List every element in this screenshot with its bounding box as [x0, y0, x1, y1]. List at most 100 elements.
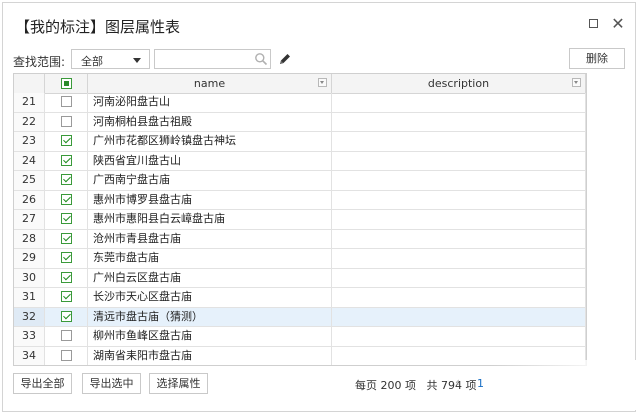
page-number[interactable]: 1 — [477, 377, 484, 390]
maximize-icon — [589, 19, 598, 28]
row-description-cell[interactable] — [332, 93, 586, 112]
chevron-left-icon[interactable]: ‹ — [455, 375, 460, 389]
row-checkbox-cell — [45, 229, 88, 248]
row-number: 34 — [14, 346, 45, 365]
pencil-icon[interactable] — [278, 52, 292, 66]
table-row[interactable]: 27 惠州市惠阳县白云嶂盘古庙 — [14, 210, 586, 230]
row-checkbox[interactable] — [61, 193, 72, 205]
row-checkbox[interactable] — [61, 291, 72, 302]
scope-select-value: 全部 — [81, 55, 103, 68]
maximize-button[interactable] — [585, 15, 603, 33]
title-bar: 【我的标注】图层属性表 ✕ — [3, 3, 635, 43]
row-number: 30 — [14, 268, 45, 287]
row-name-cell[interactable]: 河南桐柏县盘古祖殿 — [88, 112, 332, 131]
row-number: 29 — [14, 249, 45, 268]
row-description-cell[interactable] — [332, 132, 586, 151]
header-name[interactable]: name — [88, 74, 332, 93]
row-name-cell[interactable]: 广州市花都区狮岭镇盘古神坛 — [88, 132, 332, 151]
close-button[interactable]: ✕ — [609, 15, 627, 33]
table-row[interactable]: 24 陕西省宜川盘古山 — [14, 151, 586, 171]
row-checkbox[interactable] — [61, 135, 72, 146]
per-page-text: 每页 200 项 — [355, 379, 416, 392]
row-description-cell[interactable] — [332, 346, 586, 365]
scope-select[interactable]: 全部 — [71, 49, 150, 69]
row-checkbox-cell — [45, 171, 88, 190]
row-name-cell[interactable]: 陕西省宜川盘古山 — [88, 151, 332, 170]
row-name-cell[interactable]: 惠州市博罗县盘古庙 — [88, 190, 332, 209]
row-name-cell[interactable]: 长沙市天心区盘古庙 — [88, 288, 332, 307]
table-row[interactable]: 32 清远市盘古庙（猜测） — [14, 307, 586, 327]
column-menu-icon[interactable] — [572, 78, 581, 87]
row-checkbox-cell — [45, 249, 88, 268]
row-description-cell[interactable] — [332, 112, 586, 131]
choose-attributes-button[interactable]: 选择属性 — [149, 373, 208, 394]
row-description-cell[interactable] — [332, 190, 586, 209]
row-description-cell[interactable] — [332, 307, 586, 326]
attribute-table: name description 21 河南泌阳盘古山 22 河南桐柏县盘古祖殿 23 广… — [13, 73, 587, 366]
table-row[interactable]: 29 东莞市盘古庙 — [14, 249, 586, 269]
search-icon[interactable] — [254, 52, 268, 66]
select-all-checkbox[interactable] — [61, 78, 72, 89]
table-row[interactable]: 21 河南泌阳盘古山 — [14, 93, 586, 113]
row-number: 26 — [14, 190, 45, 209]
row-description-cell[interactable] — [332, 171, 586, 190]
row-checkbox[interactable] — [61, 154, 72, 166]
row-description-cell[interactable] — [332, 327, 586, 346]
table-row[interactable]: 26 惠州市博罗县盘古庙 — [14, 190, 586, 210]
table-row[interactable]: 23 广州市花都区狮岭镇盘古神坛 — [14, 132, 586, 152]
row-checkbox[interactable] — [61, 115, 72, 127]
dialog-title: 【我的标注】图层属性表 — [15, 18, 181, 36]
row-checkbox[interactable] — [61, 330, 72, 341]
export-all-button[interactable]: 导出全部 — [13, 373, 72, 394]
row-name-cell[interactable]: 河南泌阳盘古山 — [88, 93, 332, 112]
table-row[interactable]: 28 沧州市青县盘古庙 — [14, 229, 586, 249]
header-description[interactable]: description — [332, 74, 586, 93]
row-name-cell[interactable]: 沧州市青县盘古庙 — [88, 229, 332, 248]
table-row[interactable]: 22 河南桐柏县盘古祖殿 — [14, 112, 586, 132]
row-checkbox[interactable] — [61, 174, 72, 185]
row-description-cell[interactable] — [332, 249, 586, 268]
attribute-table-dialog: 【我的标注】图层属性表 ✕ 查找范围: 全部 删除 name descripti… — [2, 2, 636, 412]
row-checkbox[interactable] — [61, 252, 72, 263]
row-checkbox[interactable] — [61, 96, 72, 107]
row-name-cell[interactable]: 广州白云区盘古庙 — [88, 268, 332, 287]
row-checkbox-cell — [45, 132, 88, 151]
row-name-cell[interactable]: 东莞市盘古庙 — [88, 249, 332, 268]
table-header: name description — [14, 74, 586, 94]
row-description-cell[interactable] — [332, 268, 586, 287]
row-description-cell[interactable] — [332, 288, 586, 307]
table-row[interactable]: 25 广西南宁盘古庙 — [14, 171, 586, 191]
row-checkbox-cell — [45, 112, 88, 131]
table-row[interactable]: 31 长沙市天心区盘古庙 — [14, 288, 586, 308]
row-name-cell[interactable]: 惠州市惠阳县白云嶂盘古庙 — [88, 210, 332, 229]
row-number: 32 — [14, 307, 45, 326]
row-checkbox[interactable] — [61, 271, 72, 283]
column-menu-icon[interactable] — [318, 78, 327, 87]
row-checkbox-cell — [45, 327, 88, 346]
delete-button[interactable]: 删除 — [569, 48, 625, 69]
table-row[interactable]: 34 湖南省耒阳市盘古庙 — [14, 346, 586, 365]
row-number: 28 — [14, 229, 45, 248]
row-checkbox-cell — [45, 307, 88, 326]
row-checkbox[interactable] — [61, 310, 72, 322]
header-checkbox-cell — [45, 74, 88, 93]
export-selected-button[interactable]: 导出选中 — [82, 373, 141, 394]
row-description-cell[interactable] — [332, 210, 586, 229]
table-row[interactable]: 30 广州白云区盘古庙 — [14, 268, 586, 288]
row-number: 27 — [14, 210, 45, 229]
row-checkbox[interactable] — [61, 213, 72, 224]
row-number: 24 — [14, 151, 45, 170]
row-name-cell[interactable]: 清远市盘古庙（猜测） — [88, 307, 332, 326]
header-name-label: name — [193, 77, 226, 90]
row-name-cell[interactable]: 柳州市鱼峰区盘古庙 — [88, 327, 332, 346]
row-checkbox-cell — [45, 93, 88, 112]
row-checkbox-cell — [45, 151, 88, 170]
row-checkbox[interactable] — [61, 349, 72, 361]
row-name-cell[interactable]: 湖南省耒阳市盘古庙 — [88, 346, 332, 365]
row-description-cell[interactable] — [332, 151, 586, 170]
toolbar: 查找范围: 全部 删除 — [3, 47, 635, 73]
row-description-cell[interactable] — [332, 229, 586, 248]
row-name-cell[interactable]: 广西南宁盘古庙 — [88, 171, 332, 190]
table-row[interactable]: 33 柳州市鱼峰区盘古庙 — [14, 327, 586, 347]
row-checkbox[interactable] — [61, 232, 72, 244]
